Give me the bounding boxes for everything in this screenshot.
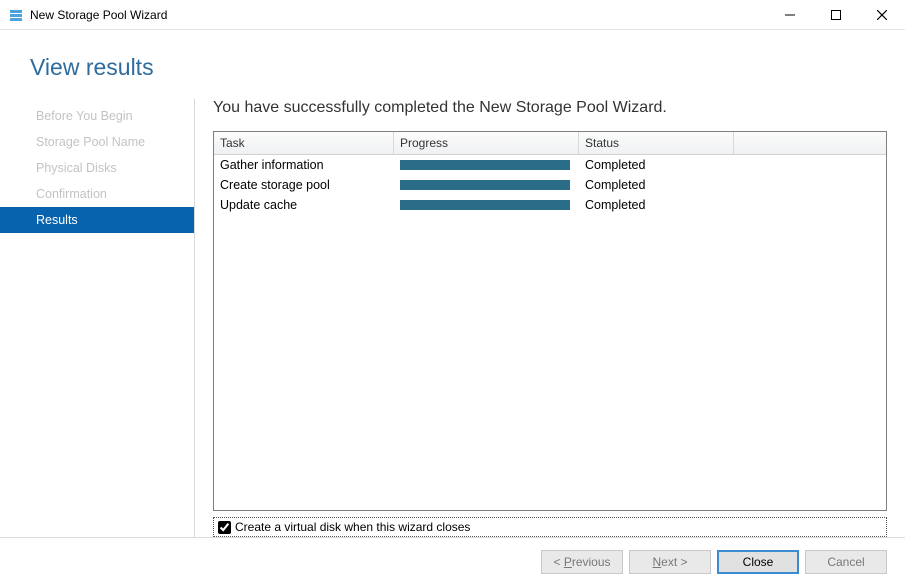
wizard-footer: < Previous Next > Close Cancel xyxy=(0,537,905,588)
cell-status: Completed xyxy=(579,157,734,173)
sidebar-item-label: Physical Disks xyxy=(36,161,117,175)
button-label: Cancel xyxy=(827,555,864,569)
cell-task: Create storage pool xyxy=(214,177,394,193)
heading-row: View results xyxy=(0,30,905,99)
close-button[interactable] xyxy=(859,0,905,30)
sidebar-item-storage-pool-name[interactable]: Storage Pool Name xyxy=(30,129,194,155)
cell-task: Gather information xyxy=(214,157,394,173)
sidebar-item-label: Storage Pool Name xyxy=(36,135,145,149)
create-virtual-disk-checkbox-input[interactable] xyxy=(218,521,231,534)
table-header: Task Progress Status xyxy=(214,132,886,155)
column-header-task[interactable]: Task xyxy=(214,132,394,155)
create-virtual-disk-checkbox[interactable]: Create a virtual disk when this wizard c… xyxy=(213,517,887,537)
progress-bar-icon xyxy=(400,180,570,190)
button-label: Close xyxy=(743,555,774,569)
previous-button: < Previous xyxy=(541,550,623,574)
cancel-button: Cancel xyxy=(805,550,887,574)
sidebar-item-before-you-begin[interactable]: Before You Begin xyxy=(30,103,194,129)
column-header-padding xyxy=(734,132,886,155)
button-label: Next > xyxy=(652,555,687,569)
sidebar-item-label: Confirmation xyxy=(36,187,107,201)
table-row: Update cache Completed xyxy=(214,195,886,215)
table-row: Create storage pool Completed xyxy=(214,175,886,195)
progress-bar-icon xyxy=(400,200,570,210)
minimize-button[interactable] xyxy=(767,0,813,30)
app-icon xyxy=(8,7,24,23)
cell-status: Completed xyxy=(579,177,734,193)
sidebar-item-results[interactable]: Results xyxy=(0,207,194,233)
cell-task: Update cache xyxy=(214,197,394,213)
cell-progress xyxy=(394,197,579,213)
progress-bar-icon xyxy=(400,160,570,170)
column-header-progress[interactable]: Progress xyxy=(394,132,579,155)
table-row: Gather information Completed xyxy=(214,155,886,175)
main-panel: You have successfully completed the New … xyxy=(195,99,887,537)
table-body: Gather information Completed Create stor… xyxy=(214,155,886,215)
content-area: View results Before You Begin Storage Po… xyxy=(0,30,905,588)
cell-progress xyxy=(394,157,579,173)
close-wizard-button[interactable]: Close xyxy=(717,550,799,574)
results-table: Task Progress Status Gather information … xyxy=(213,131,887,511)
results-summary-title: You have successfully completed the New … xyxy=(213,99,887,117)
sidebar-item-confirmation[interactable]: Confirmation xyxy=(30,181,194,207)
sidebar-item-label: Results xyxy=(36,213,78,227)
column-header-status[interactable]: Status xyxy=(579,132,734,155)
wizard-steps-sidebar: Before You Begin Storage Pool Name Physi… xyxy=(30,99,195,537)
sidebar-item-label: Before You Begin xyxy=(36,109,133,123)
maximize-button[interactable] xyxy=(813,0,859,30)
cell-progress xyxy=(394,177,579,193)
button-label: < Previous xyxy=(553,555,610,569)
window-title: New Storage Pool Wizard xyxy=(30,8,167,22)
titlebar: New Storage Pool Wizard xyxy=(0,0,905,30)
sidebar-item-physical-disks[interactable]: Physical Disks xyxy=(30,155,194,181)
page-heading: View results xyxy=(30,54,905,81)
checkbox-label: Create a virtual disk when this wizard c… xyxy=(235,520,470,534)
next-button: Next > xyxy=(629,550,711,574)
cell-status: Completed xyxy=(579,197,734,213)
